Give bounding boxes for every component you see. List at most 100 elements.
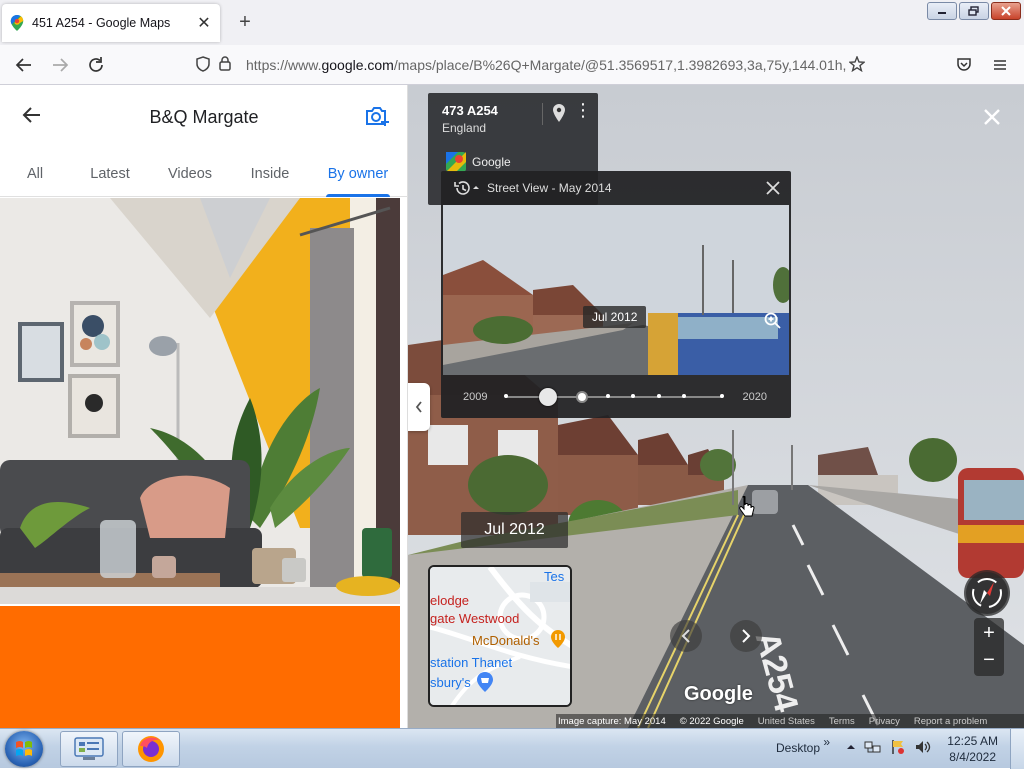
map-label: elodge <box>430 593 470 608</box>
reload-icon <box>89 57 103 72</box>
firefox-icon <box>138 736 164 762</box>
taskbar-clock[interactable]: 12:25 AM 8/4/2022 <box>947 733 998 765</box>
tab-inside[interactable]: Inside <box>244 149 296 197</box>
location-pin-icon[interactable] <box>552 103 566 123</box>
map-footer: Image capture: May 2014 © 2022 Google Un… <box>556 714 1024 728</box>
divider <box>542 103 543 125</box>
browser-navigation-bar: https://www.google.com/maps/place/B%26Q+… <box>0 45 1024 85</box>
terms-link[interactable]: Terms <box>829 716 855 727</box>
toolbar-overflow-icon[interactable]: » <box>823 735 830 749</box>
history-clock-icon[interactable] <box>453 180 481 196</box>
control-panel-icon <box>74 737 104 760</box>
browser-tab-active[interactable]: 451 A254 - Google Maps ✕ <box>2 4 220 42</box>
shopping-pin-icon[interactable] <box>476 671 494 693</box>
timeline-tick[interactable] <box>631 394 635 398</box>
thumbnail-date-label: Jul 2012 <box>583 306 647 328</box>
show-hidden-icons-icon[interactable] <box>846 742 856 752</box>
google-maps-logo-icon <box>446 152 466 172</box>
hamburger-menu-icon <box>994 60 1006 70</box>
chevron-left-icon <box>681 629 690 643</box>
place-photos-panel: B&Q Margate All Latest Videos Inside By … <box>0 85 408 728</box>
map-label: station Thanet <box>430 655 513 670</box>
collapse-panel-button[interactable] <box>408 383 430 431</box>
show-desktop-button[interactable] <box>1010 729 1024 769</box>
imagery-date-badge: Jul 2012 <box>461 512 568 548</box>
timeline-tick[interactable] <box>682 394 686 398</box>
tab-by-owner[interactable]: By owner <box>326 149 390 197</box>
back-button[interactable] <box>12 53 36 77</box>
clock-date: 8/4/2022 <box>949 750 996 764</box>
start-button[interactable] <box>5 731 43 767</box>
close-time-machine-icon[interactable] <box>765 180 781 196</box>
add-photo-icon[interactable] <box>364 103 390 129</box>
timeline-tick[interactable] <box>657 394 661 398</box>
map-label: Tes <box>544 569 565 584</box>
privacy-link[interactable]: Privacy <box>869 716 900 727</box>
address-line-1: 473 A254 <box>442 103 498 118</box>
minimize-button[interactable] <box>927 2 957 20</box>
tab-latest[interactable]: Latest <box>84 149 136 197</box>
address-bar[interactable]: https://www.google.com/maps/place/B%26Q+… <box>182 50 878 80</box>
country-link[interactable]: United States <box>758 716 815 727</box>
timeline-track[interactable] <box>505 396 723 398</box>
report-problem-link[interactable]: Report a problem <box>914 716 987 727</box>
pocket-icon <box>957 58 971 71</box>
timeline-tick[interactable] <box>720 394 724 398</box>
previous-image-button[interactable] <box>670 620 702 652</box>
reload-button[interactable] <box>84 53 108 77</box>
forward-arrow-icon <box>53 58 69 72</box>
copyright-text: © 2022 Google <box>679 715 744 727</box>
system-tray <box>846 739 932 755</box>
action-center-flag-icon[interactable] <box>890 739 906 755</box>
bookmark-star-icon[interactable] <box>846 54 868 75</box>
google-maps-favicon-icon <box>10 15 24 31</box>
panel-header: B&Q Margate <box>0 85 408 149</box>
more-options-icon[interactable]: ⋮ <box>574 101 592 119</box>
map-label: gate Westwood <box>430 611 520 626</box>
map-label: sbury's <box>430 675 471 690</box>
provider-name: Google <box>472 155 511 169</box>
restore-button[interactable] <box>959 2 989 20</box>
close-street-view-icon[interactable] <box>982 107 1002 127</box>
minimize-icon <box>938 12 946 14</box>
forward-button[interactable] <box>48 53 72 77</box>
tab-all[interactable]: All <box>14 149 56 197</box>
app-menu-button[interactable] <box>988 53 1012 77</box>
volume-icon[interactable] <box>914 739 932 755</box>
time-machine-panel: Street View - May 2014 Jul 2012 2009 202… <box>441 171 791 418</box>
timeline-tick[interactable] <box>504 394 508 398</box>
zoom-out-button[interactable]: − <box>974 647 1004 673</box>
zoom-in-magnifier-icon[interactable] <box>763 311 783 331</box>
street-view-minimap[interactable]: Tes elodge gate Westwood McDonald's stat… <box>428 565 572 707</box>
network-icon[interactable] <box>864 739 882 755</box>
clock-time: 12:25 AM <box>947 734 998 748</box>
timeline-current-marker[interactable] <box>576 391 588 403</box>
close-tab-icon[interactable]: ✕ <box>196 13 212 33</box>
time-machine-title: Street View - May 2014 <box>487 181 612 195</box>
tracking-protection-shield-icon[interactable] <box>192 55 214 75</box>
new-tab-button[interactable]: + <box>234 11 256 33</box>
zoom-in-button[interactable]: + <box>974 620 1004 646</box>
timeline-start-year: 2009 <box>463 391 488 403</box>
desktop-toolbar-label[interactable]: Desktop » <box>776 735 830 755</box>
place-title: B&Q Margate <box>149 107 259 127</box>
next-image-button[interactable] <box>730 620 762 652</box>
compass-icon[interactable] <box>964 570 1010 616</box>
timeline-slider-handle[interactable] <box>539 388 557 406</box>
owner-photo-orange[interactable] <box>0 606 400 728</box>
street-view-pane[interactable]: A254 473 A254 England ⋮ Google Street Vi… <box>408 85 1024 728</box>
historical-imagery-thumbnail[interactable] <box>443 205 789 375</box>
browser-tab-strip: 451 A254 - Google Maps ✕ + <box>0 0 1024 45</box>
tab-videos[interactable]: Videos <box>162 149 218 197</box>
tab-title: 451 A254 - Google Maps <box>32 16 171 30</box>
owner-photo-living-room[interactable] <box>0 198 400 604</box>
taskbar-app-firefox[interactable] <box>122 731 180 767</box>
pocket-button[interactable] <box>952 53 976 77</box>
address-line-2: England <box>442 121 487 135</box>
taskbar-app-control-panel[interactable] <box>60 731 118 767</box>
close-window-icon <box>1001 6 1011 16</box>
restaurant-pin-icon[interactable] <box>550 629 566 649</box>
lock-icon[interactable] <box>214 56 236 74</box>
close-window-button[interactable] <box>991 2 1021 20</box>
timeline-tick[interactable] <box>606 394 610 398</box>
